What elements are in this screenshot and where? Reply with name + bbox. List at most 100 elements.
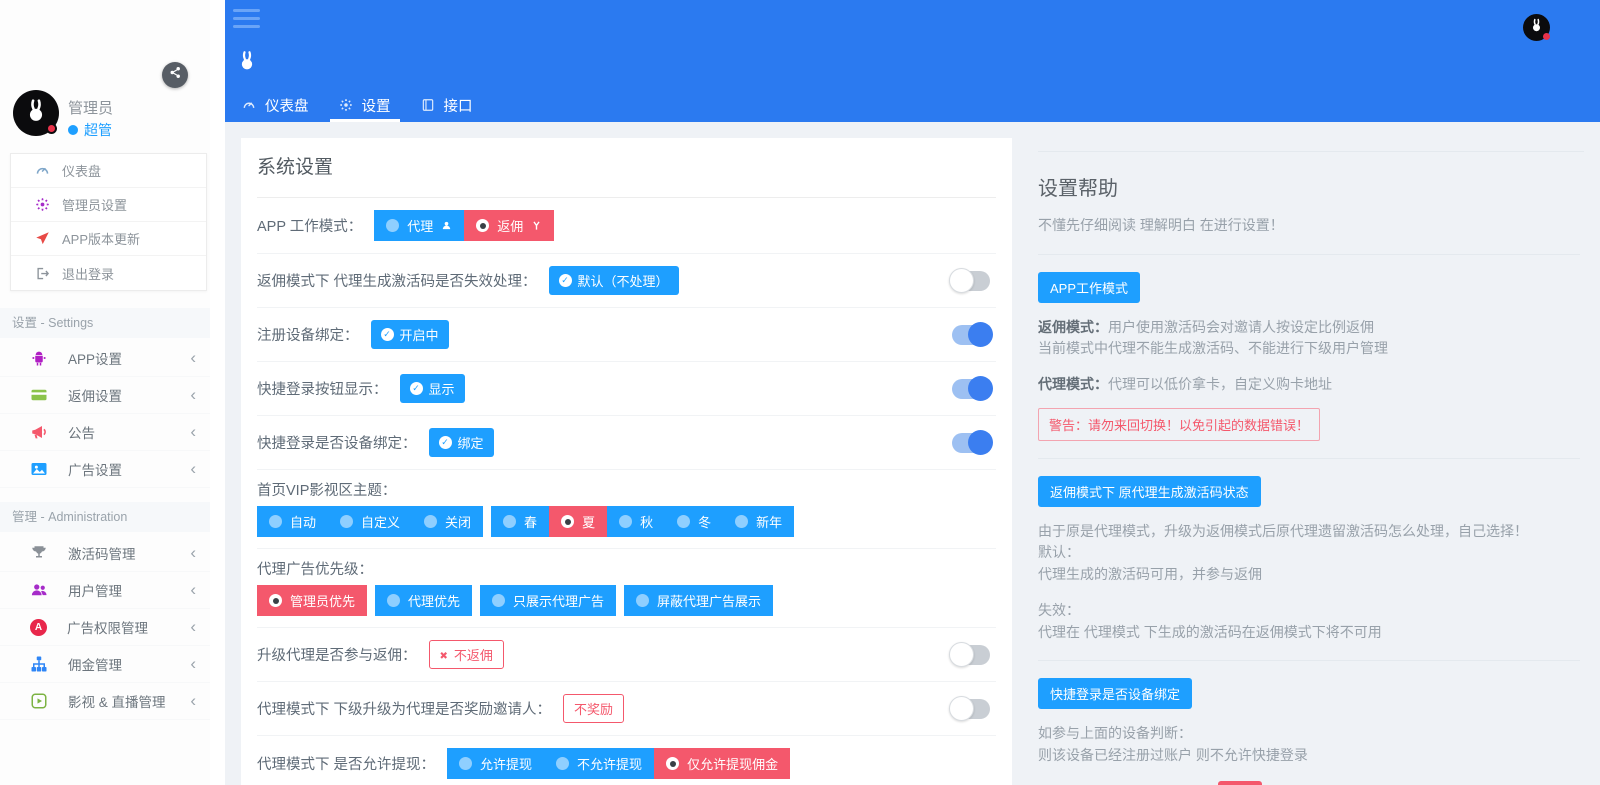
radio-option-agent-only[interactable]: 只展示代理广告 <box>480 585 616 616</box>
profile-role-label: 超管 <box>84 120 112 140</box>
help-default-lead: 默认： <box>1038 542 1580 564</box>
quick-menu: 仪表盘 管理员设置 APP版本更新 退出登录 <box>10 153 207 291</box>
row-upgrade-rebate: 升级代理是否参与返佣： 不返佣 <box>257 628 996 682</box>
sidebar-item-commission[interactable]: 佣金管理 <box>0 646 210 683</box>
row-withdraw-allowed: 代理模式下 是否允许提现： 允许提现 不允许提现 仅允许提现佣金 <box>257 736 996 785</box>
withdraw-radio-group: 允许提现 不允许提现 仅允许提现佣金 <box>447 748 790 779</box>
radio-option-block-agent-ads[interactable]: 屏蔽代理广告展示 <box>624 585 773 616</box>
device-binding-toggle[interactable] <box>952 325 990 345</box>
radio-option-summer[interactable]: 夏 <box>549 506 607 537</box>
sidebar-item-user-management[interactable]: 用户管理 <box>0 572 210 609</box>
header-avatar[interactable] <box>1523 14 1550 41</box>
sidebar-item-app-config[interactable]: APP设置 <box>0 340 210 377</box>
radio-option-rebate[interactable]: 返佣 <box>464 210 554 241</box>
user-icon <box>441 220 452 231</box>
section-label-admin: 管理 - Administration <box>0 502 210 532</box>
nav-settings: APP设置 返佣设置 公告 广告设置 <box>0 340 210 488</box>
radio-icon <box>619 515 632 528</box>
chevron-left-icon <box>190 423 196 442</box>
share-button[interactable] <box>162 62 188 88</box>
help-title: 设置帮助 <box>1038 172 1580 201</box>
radio-selected-icon <box>561 515 574 528</box>
radio-option-commission-only[interactable]: 仅允许提现佣金 <box>654 748 790 779</box>
upgrade-rebate-toggle[interactable] <box>952 645 990 665</box>
main-tabs: 仪表盘 设置 接口 <box>227 88 488 122</box>
radio-option-winter[interactable]: 冬 <box>665 506 723 537</box>
radio-option-agent-first[interactable]: 代理优先 <box>375 585 472 616</box>
upgrade-reward-toggle[interactable] <box>952 699 990 719</box>
radio-selected-icon <box>476 219 489 232</box>
tab-dashboard[interactable]: 仪表盘 <box>227 88 324 122</box>
default-badge[interactable]: 默认（不处理） <box>549 266 679 295</box>
radio-option-deny-withdraw[interactable]: 不允许提现 <box>544 748 654 779</box>
radio-option-allow-withdraw[interactable]: 允许提现 <box>447 748 544 779</box>
fork-icon <box>531 220 542 231</box>
radio-option-newyear[interactable]: 新年 <box>723 506 794 537</box>
quick-login-binding-toggle[interactable] <box>952 433 990 453</box>
radio-option-agent[interactable]: 代理 <box>374 210 464 241</box>
tab-settings[interactable]: 设置 <box>324 88 406 122</box>
avatar[interactable] <box>13 90 59 136</box>
vip-theme-groups: 自动 自定义 关闭 春 夏 秋 冬 新年 <box>257 506 794 537</box>
help-rebate-line2: 当前模式中代理不能生成激活码、不能进行下级用户管理 <box>1038 338 1580 360</box>
help-note-line: 如上方 注册设备判断 设置为 关闭 则此处设置无效 <box>1038 781 1580 785</box>
radio-option-admin-first[interactable]: 管理员优先 <box>257 585 367 616</box>
sidebar-item-admin-settings[interactable]: 管理员设置 <box>11 188 206 222</box>
sidebar-item-media-management[interactable]: 影视 & 直播管理 <box>0 683 210 720</box>
sidebar-item-rebate-config[interactable]: 返佣设置 <box>0 377 210 414</box>
sidebar-item-announcement[interactable]: 公告 <box>0 414 210 451</box>
radio-icon <box>340 515 353 528</box>
closed-badge[interactable]: 关闭 <box>1218 781 1262 785</box>
tachometer-icon <box>35 163 50 178</box>
radio-option-off[interactable]: 关闭 <box>412 506 483 537</box>
rabbit-logo-icon <box>23 98 49 129</box>
bind-badge[interactable]: 绑定 <box>429 428 494 457</box>
quick-login-button-toggle[interactable] <box>952 379 990 399</box>
help-default-text: 代理生成的激活码可用，并参与返佣 <box>1038 564 1580 586</box>
radio-icon <box>386 219 399 232</box>
sidebar-item-app-update[interactable]: APP版本更新 <box>11 222 206 256</box>
x-icon <box>440 647 448 662</box>
hamburger-menu-icon[interactable] <box>233 9 260 33</box>
image-icon <box>30 460 48 478</box>
row-vip-theme: 首页VIP影视区主题： 自动 自定义 关闭 春 夏 秋 冬 新年 <box>257 470 996 549</box>
sidebar-item-ads-config[interactable]: 广告设置 <box>0 451 210 488</box>
sidebar-item-logout[interactable]: 退出登录 <box>11 256 206 290</box>
tab-api[interactable]: 接口 <box>406 88 488 122</box>
ad-permission-icon <box>30 619 47 636</box>
radio-icon <box>735 515 748 528</box>
radio-option-custom[interactable]: 自定义 <box>328 506 412 537</box>
page-title: 系统设置 <box>257 138 996 198</box>
no-reward-badge[interactable]: 不奖励 <box>563 694 624 723</box>
show-badge[interactable]: 显示 <box>400 374 465 403</box>
help-button-app-mode[interactable]: APP工作模式 <box>1038 272 1140 303</box>
radio-option-auto[interactable]: 自动 <box>257 506 328 537</box>
radio-option-spring[interactable]: 春 <box>491 506 549 537</box>
row-device-binding: 注册设备绑定： 开启中 <box>257 308 996 362</box>
help-button-quick-bind[interactable]: 快捷登录是否设备绑定 <box>1038 678 1192 709</box>
enabled-badge[interactable]: 开启中 <box>371 320 449 349</box>
gear-icon <box>339 98 353 112</box>
help-invalid-lead: 失效： <box>1038 600 1580 622</box>
code-invalid-toggle[interactable] <box>952 271 990 291</box>
top-header: 仪表盘 设置 接口 <box>225 0 1600 122</box>
ad-priority-group: 管理员优先 代理优先 只展示代理广告 屏蔽代理广告展示 <box>257 585 773 616</box>
help-intro: 不懂先仔细阅读 理解明白 在进行设置！ <box>1038 215 1580 237</box>
profile-role: 超管 <box>68 120 112 140</box>
play-square-icon <box>30 692 48 710</box>
row-upgrade-reward: 代理模式下 下级升级为代理是否奖励邀请人： 不奖励 <box>257 682 996 736</box>
divider <box>1038 660 1580 661</box>
sidebar-item-activation-codes[interactable]: 激活码管理 <box>0 535 210 572</box>
radio-selected-icon <box>666 757 679 770</box>
radio-icon <box>677 515 690 528</box>
sidebar: 管理员 超管 仪表盘 管理员设置 APP版本更新 退出登录 设置 - Setti… <box>0 0 210 785</box>
radio-option-autumn[interactable]: 秋 <box>607 506 665 537</box>
android-icon <box>30 349 48 367</box>
radio-selected-icon <box>269 594 282 607</box>
help-button-code-status[interactable]: 返佣模式下 原代理生成激活码状态 <box>1038 476 1261 507</box>
sidebar-item-dashboard[interactable]: 仪表盘 <box>11 154 206 188</box>
sidebar-item-ad-permissions[interactable]: 广告权限管理 <box>0 609 210 646</box>
profile-name: 管理员 <box>68 97 113 118</box>
radio-icon <box>269 515 282 528</box>
no-rebate-badge[interactable]: 不返佣 <box>429 640 504 669</box>
